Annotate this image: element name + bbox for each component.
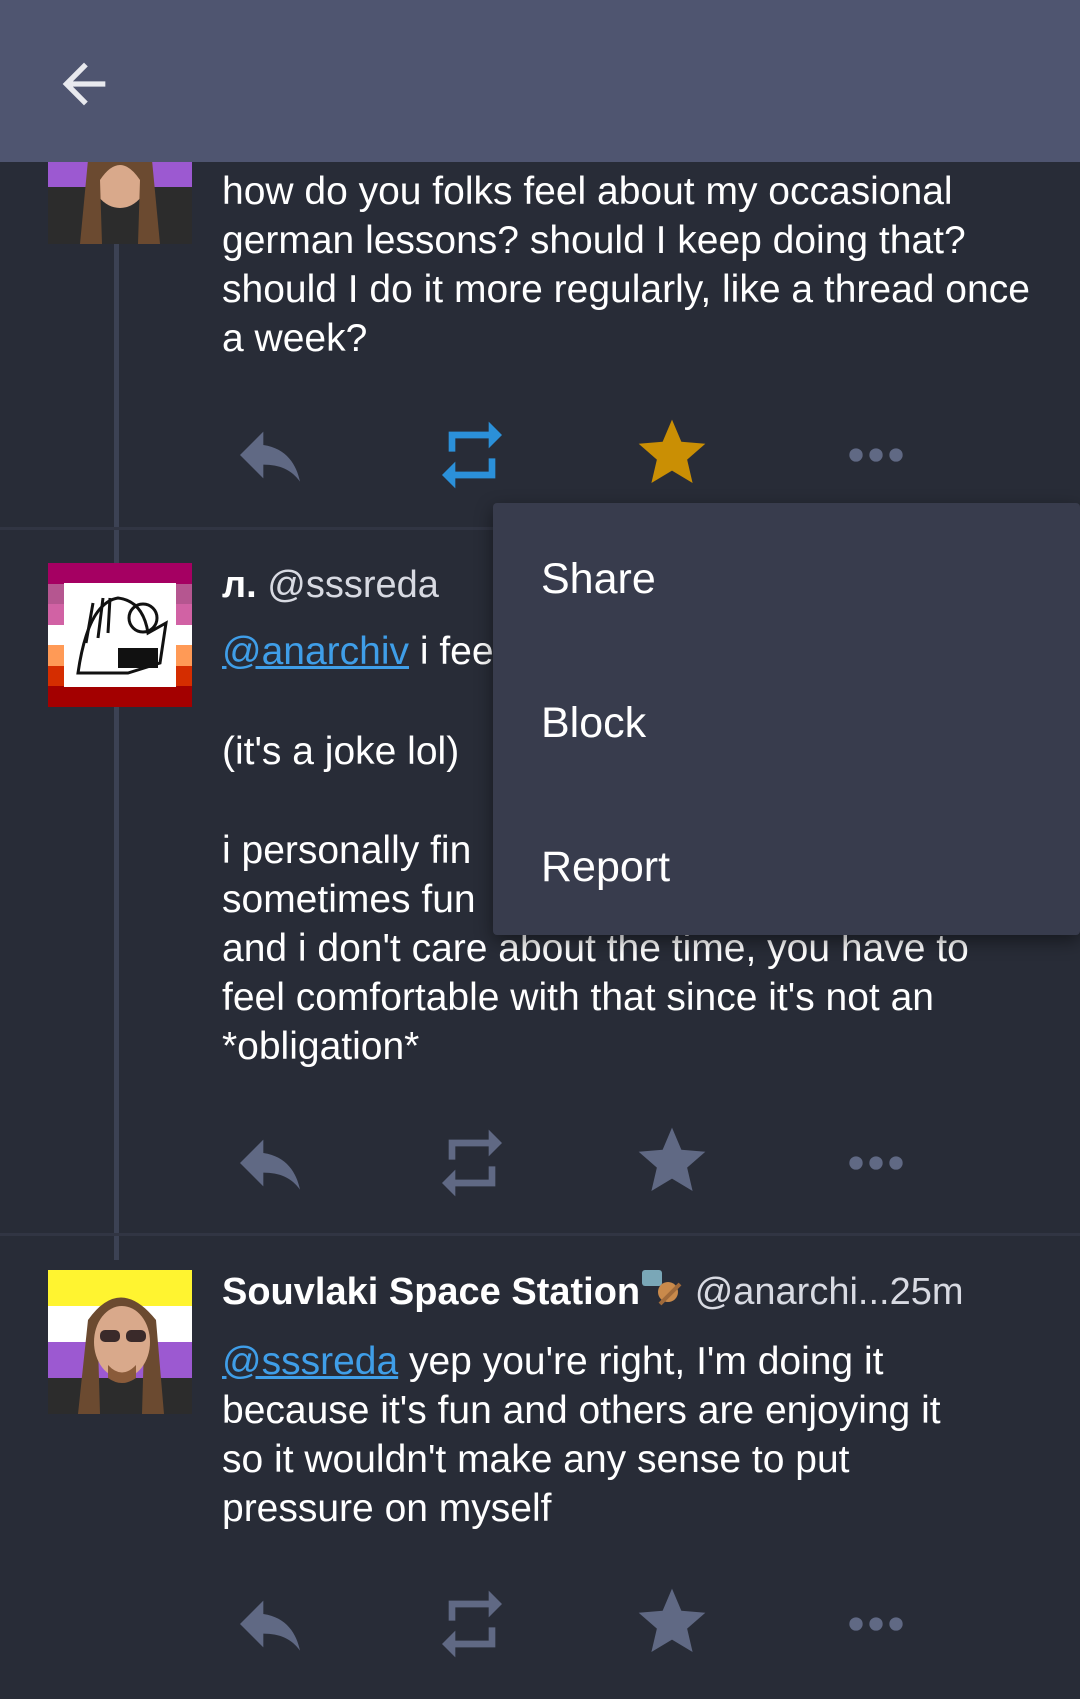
reply-button[interactable] bbox=[230, 1584, 310, 1664]
post-text: @sssreda yep you're right, I'm doing it … bbox=[222, 1337, 962, 1533]
emoji-icon bbox=[640, 1266, 684, 1306]
post-text-line: i fee bbox=[409, 630, 494, 673]
favourite-button[interactable] bbox=[632, 1121, 712, 1201]
reply-icon bbox=[240, 431, 300, 482]
thread-line bbox=[114, 162, 119, 1260]
overflow-menu: Share Block Report bbox=[493, 503, 1080, 935]
avatar[interactable] bbox=[48, 1270, 192, 1414]
retweet-icon bbox=[442, 421, 502, 489]
app-bar bbox=[0, 0, 1080, 162]
mention-link[interactable]: @sssreda bbox=[222, 1340, 398, 1383]
star-icon bbox=[638, 1127, 706, 1191]
star-icon bbox=[638, 419, 706, 483]
display-name[interactable]: Souvlaki Space Station bbox=[222, 1271, 640, 1313]
star-icon bbox=[638, 1588, 706, 1652]
ellipsis-icon bbox=[849, 1617, 903, 1631]
arrow-left-icon bbox=[62, 62, 106, 106]
reply-button[interactable] bbox=[230, 1123, 310, 1203]
favourite-button[interactable] bbox=[632, 1582, 712, 1662]
reply-button[interactable] bbox=[230, 415, 310, 495]
boost-button[interactable] bbox=[432, 1123, 512, 1203]
mention-link[interactable]: @anarchiv bbox=[222, 630, 409, 673]
account-handle[interactable]: @anarchi... bbox=[695, 1271, 890, 1313]
boost-button[interactable] bbox=[432, 415, 512, 495]
retweet-icon bbox=[442, 1129, 502, 1197]
more-button[interactable] bbox=[836, 1584, 916, 1664]
reply-icon bbox=[240, 1139, 300, 1190]
avatar[interactable] bbox=[48, 563, 192, 707]
account-handle[interactable]: @sssreda bbox=[267, 564, 439, 606]
post-text: how do you folks feel about my occasiona… bbox=[222, 170, 1041, 360]
display-name[interactable]: л. bbox=[222, 564, 257, 606]
favourite-button[interactable] bbox=[632, 413, 712, 493]
post-time: 25m bbox=[889, 1271, 964, 1313]
retweet-icon bbox=[442, 1590, 502, 1658]
reply-icon bbox=[240, 1600, 300, 1651]
divider bbox=[0, 1233, 1080, 1236]
post-header: Souvlaki Space Station @anarchi...25m bbox=[222, 1266, 964, 1315]
more-button[interactable] bbox=[836, 415, 916, 495]
menu-item-share[interactable]: Share bbox=[541, 553, 656, 605]
ellipsis-icon bbox=[849, 1156, 903, 1170]
menu-item-report[interactable]: Report bbox=[541, 841, 670, 893]
back-button[interactable] bbox=[52, 52, 116, 116]
menu-item-block[interactable]: Block bbox=[541, 697, 646, 749]
post-header: л. @sssreda bbox=[222, 562, 439, 608]
post-text-line: and i don't care about the time, you hav… bbox=[222, 927, 980, 1068]
more-button[interactable] bbox=[836, 1123, 916, 1203]
boost-button[interactable] bbox=[432, 1584, 512, 1664]
ellipsis-icon bbox=[849, 448, 903, 462]
